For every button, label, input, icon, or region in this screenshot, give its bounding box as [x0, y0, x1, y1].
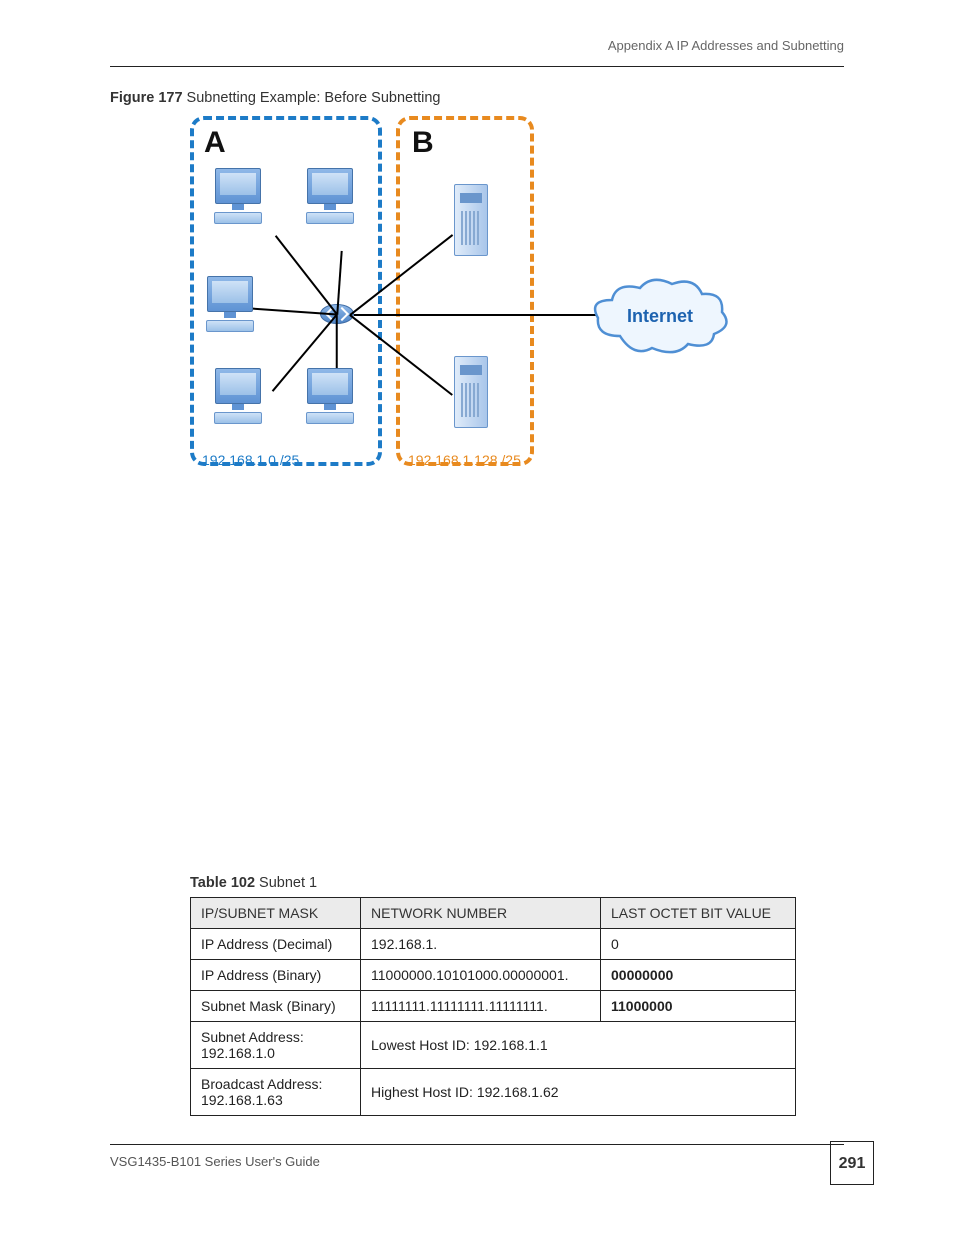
subnet-table: IP/SUBNET MASK NETWORK NUMBER LAST OCTET…	[190, 897, 796, 1116]
table-cell: 00000000	[601, 960, 796, 991]
figure-caption-number: Figure 177	[110, 90, 183, 106]
figure: Figure 177 Subnetting Example: Before Su…	[110, 90, 844, 476]
figure-caption-text: Subnetting Example: Before Subnetting	[183, 90, 441, 106]
table-cell: 192.168.1.	[361, 929, 601, 960]
group-a-label: A	[204, 126, 226, 160]
table-row: IP Address (Binary) 11000000.10101000.00…	[191, 960, 796, 991]
table-cell: Subnet Address: 192.168.1.0	[191, 1022, 361, 1069]
server-icon	[454, 184, 488, 256]
table-cell: Subnet Mask (Binary)	[191, 991, 361, 1022]
pc-icon	[208, 168, 268, 226]
cloud-label: Internet	[590, 306, 730, 327]
subnet-b-label: 192.168.1.128 /25	[408, 452, 521, 468]
header-rule	[110, 66, 844, 67]
server-icon	[454, 356, 488, 428]
table-cell: 11111111.11111111.11111111.	[361, 991, 601, 1022]
table-cell: IP Address (Decimal)	[191, 929, 361, 960]
table-cell: 11000000	[601, 991, 796, 1022]
table-caption: Table 102 Subnet 1	[190, 875, 796, 891]
table-cell: Lowest Host ID: 192.168.1.1	[361, 1022, 796, 1069]
table-row: Broadcast Address: 192.168.1.63 Highest …	[191, 1069, 796, 1116]
page-number: 291	[830, 1141, 874, 1185]
table-row: Subnet Address: 192.168.1.0 Lowest Host …	[191, 1022, 796, 1069]
pc-icon	[300, 368, 360, 426]
group-b-label: B	[412, 126, 434, 160]
table-caption-number: Table 102	[190, 875, 255, 891]
table-cell: 11000000.10101000.00000001.	[361, 960, 601, 991]
table-cell: Broadcast Address: 192.168.1.63	[191, 1069, 361, 1116]
table-header-row: IP/SUBNET MASK NETWORK NUMBER LAST OCTET…	[191, 898, 796, 929]
internet-cloud: Internet	[590, 276, 730, 360]
table-cell: Highest Host ID: 192.168.1.62	[361, 1069, 796, 1116]
table-cell: 0	[601, 929, 796, 960]
table-header: NETWORK NUMBER	[361, 898, 601, 929]
page-header: Appendix A IP Addresses and Subnetting	[110, 38, 844, 53]
footer-text: VSG1435-B101 Series User's Guide	[110, 1154, 320, 1169]
table-cell: IP Address (Binary)	[191, 960, 361, 991]
table-header: LAST OCTET BIT VALUE	[601, 898, 796, 929]
table-row: Subnet Mask (Binary) 11111111.11111111.1…	[191, 991, 796, 1022]
table-header: IP/SUBNET MASK	[191, 898, 361, 929]
table-caption-text: Subnet 1	[255, 875, 317, 891]
network-diagram: A B 192.168.1.0 /25 192.168.1.128 /25	[190, 116, 742, 476]
pc-icon	[200, 276, 260, 334]
subnet-a-label: 192.168.1.0 /25	[202, 452, 299, 468]
subnet-table-wrap: Table 102 Subnet 1 IP/SUBNET MASK NETWOR…	[190, 875, 796, 1116]
footer-rule	[110, 1144, 844, 1145]
pc-icon	[208, 368, 268, 426]
figure-caption: Figure 177 Subnetting Example: Before Su…	[110, 90, 844, 106]
table-row: IP Address (Decimal) 192.168.1. 0	[191, 929, 796, 960]
pc-icon	[300, 168, 360, 226]
net-line	[354, 314, 600, 316]
